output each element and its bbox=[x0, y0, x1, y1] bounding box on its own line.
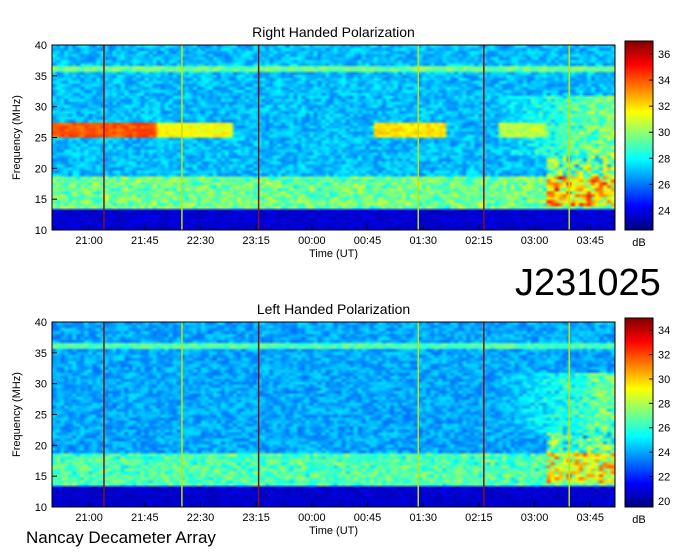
x-tick-label: 23:15 bbox=[242, 512, 270, 524]
y-tick-label: 20 bbox=[35, 440, 47, 452]
y-tick-label: 30 bbox=[35, 102, 47, 114]
spectrum-panel-2: Left Handed Polarization 10 15 20 25 30 35 40 Fr… bbox=[11, 301, 670, 537]
panel-title: Left Handed Polarization bbox=[257, 301, 410, 317]
x-tick-label: 21:45 bbox=[131, 235, 159, 247]
x-tick-label: 03:45 bbox=[576, 235, 604, 247]
x-tick-label: 00:45 bbox=[354, 512, 382, 524]
y-tick-label: 35 bbox=[35, 71, 47, 83]
x-tick-label: 21:00 bbox=[75, 235, 103, 247]
x-tick-label: 02:15 bbox=[465, 235, 493, 247]
x-tick-label: 03:00 bbox=[521, 235, 549, 247]
colorbar-tick-label: 22 bbox=[658, 472, 670, 484]
x-tick-label: 00:00 bbox=[298, 235, 326, 247]
x-tick-label: 21:45 bbox=[131, 512, 159, 524]
x-tick-label: 22:30 bbox=[187, 512, 215, 524]
y-tick-label: 35 bbox=[35, 348, 47, 360]
colorbar-tick-label: 28 bbox=[658, 398, 670, 410]
y-tick-label: 40 bbox=[35, 40, 47, 52]
x-tick-label: 00:45 bbox=[354, 235, 382, 247]
y-tick-label: 40 bbox=[35, 317, 47, 329]
colorbar-tick-label: 20 bbox=[658, 496, 670, 508]
colorbar-tick-label: 30 bbox=[658, 374, 670, 386]
x-tick-label: 01:30 bbox=[409, 512, 437, 524]
observatory-name: Nancay Decameter Array bbox=[26, 528, 216, 547]
y-tick-label: 25 bbox=[35, 410, 47, 422]
y-tick-label: 20 bbox=[35, 163, 47, 175]
panel-title: Right Handed Polarization bbox=[252, 24, 415, 40]
x-tick-label: 22:30 bbox=[187, 235, 215, 247]
y-tick-label: 15 bbox=[35, 194, 47, 206]
colorbar-tick-label: 32 bbox=[658, 101, 670, 113]
colorbar-tick-label: 32 bbox=[658, 350, 670, 362]
colorbar: 20 22 24 26 28 30 32 34 dB bbox=[624, 317, 670, 526]
x-tick-label: 03:45 bbox=[576, 512, 604, 524]
colorbar-tick-label: 34 bbox=[658, 325, 670, 337]
y-tick-label: 10 bbox=[35, 502, 47, 514]
spectrum-panel-1: Right Handed Polarization 10 15 20 25 30 35 40 F… bbox=[11, 24, 670, 260]
colorbar-tick-label: 30 bbox=[658, 127, 670, 139]
x-tick-label: 03:00 bbox=[521, 512, 549, 524]
x-tick-label: 21:00 bbox=[75, 512, 103, 524]
colorbar-tick-label: 26 bbox=[658, 423, 670, 435]
colorbar-tick-label: 26 bbox=[658, 179, 670, 191]
colorbar-tick-label: 24 bbox=[658, 447, 670, 459]
y-tick-label: 30 bbox=[35, 379, 47, 391]
colorbar-tick-label: 28 bbox=[658, 153, 670, 165]
spectrogram-image bbox=[52, 45, 615, 230]
colorbar-tick-label: 36 bbox=[658, 49, 670, 61]
y-tick-label: 25 bbox=[35, 133, 47, 145]
colorbar-unit-label: dB bbox=[632, 237, 645, 249]
colorbar-scale bbox=[624, 40, 654, 231]
x-tick-label: 23:15 bbox=[242, 235, 270, 247]
x-tick-label: 00:00 bbox=[298, 512, 326, 524]
spectrogram-image bbox=[52, 322, 615, 507]
x-tick-label: 01:30 bbox=[409, 235, 437, 247]
x-axis-label: Time (UT) bbox=[309, 525, 358, 537]
y-axis-label: Frequency (MHz) bbox=[11, 372, 23, 457]
x-tick-label: 02:15 bbox=[465, 512, 493, 524]
colorbar-tick-label: 24 bbox=[658, 205, 670, 217]
colorbar: 24 26 28 30 32 34 36 dB bbox=[624, 40, 670, 249]
y-axis-label: Frequency (MHz) bbox=[11, 95, 23, 180]
observation-id: J231025 bbox=[515, 262, 661, 304]
y-tick-label: 10 bbox=[35, 225, 47, 237]
y-tick-label: 15 bbox=[35, 471, 47, 483]
colorbar-scale bbox=[624, 317, 654, 508]
x-axis-label: Time (UT) bbox=[309, 248, 358, 260]
colorbar-unit-label: dB bbox=[632, 514, 645, 526]
colorbar-tick-label: 34 bbox=[658, 75, 670, 87]
